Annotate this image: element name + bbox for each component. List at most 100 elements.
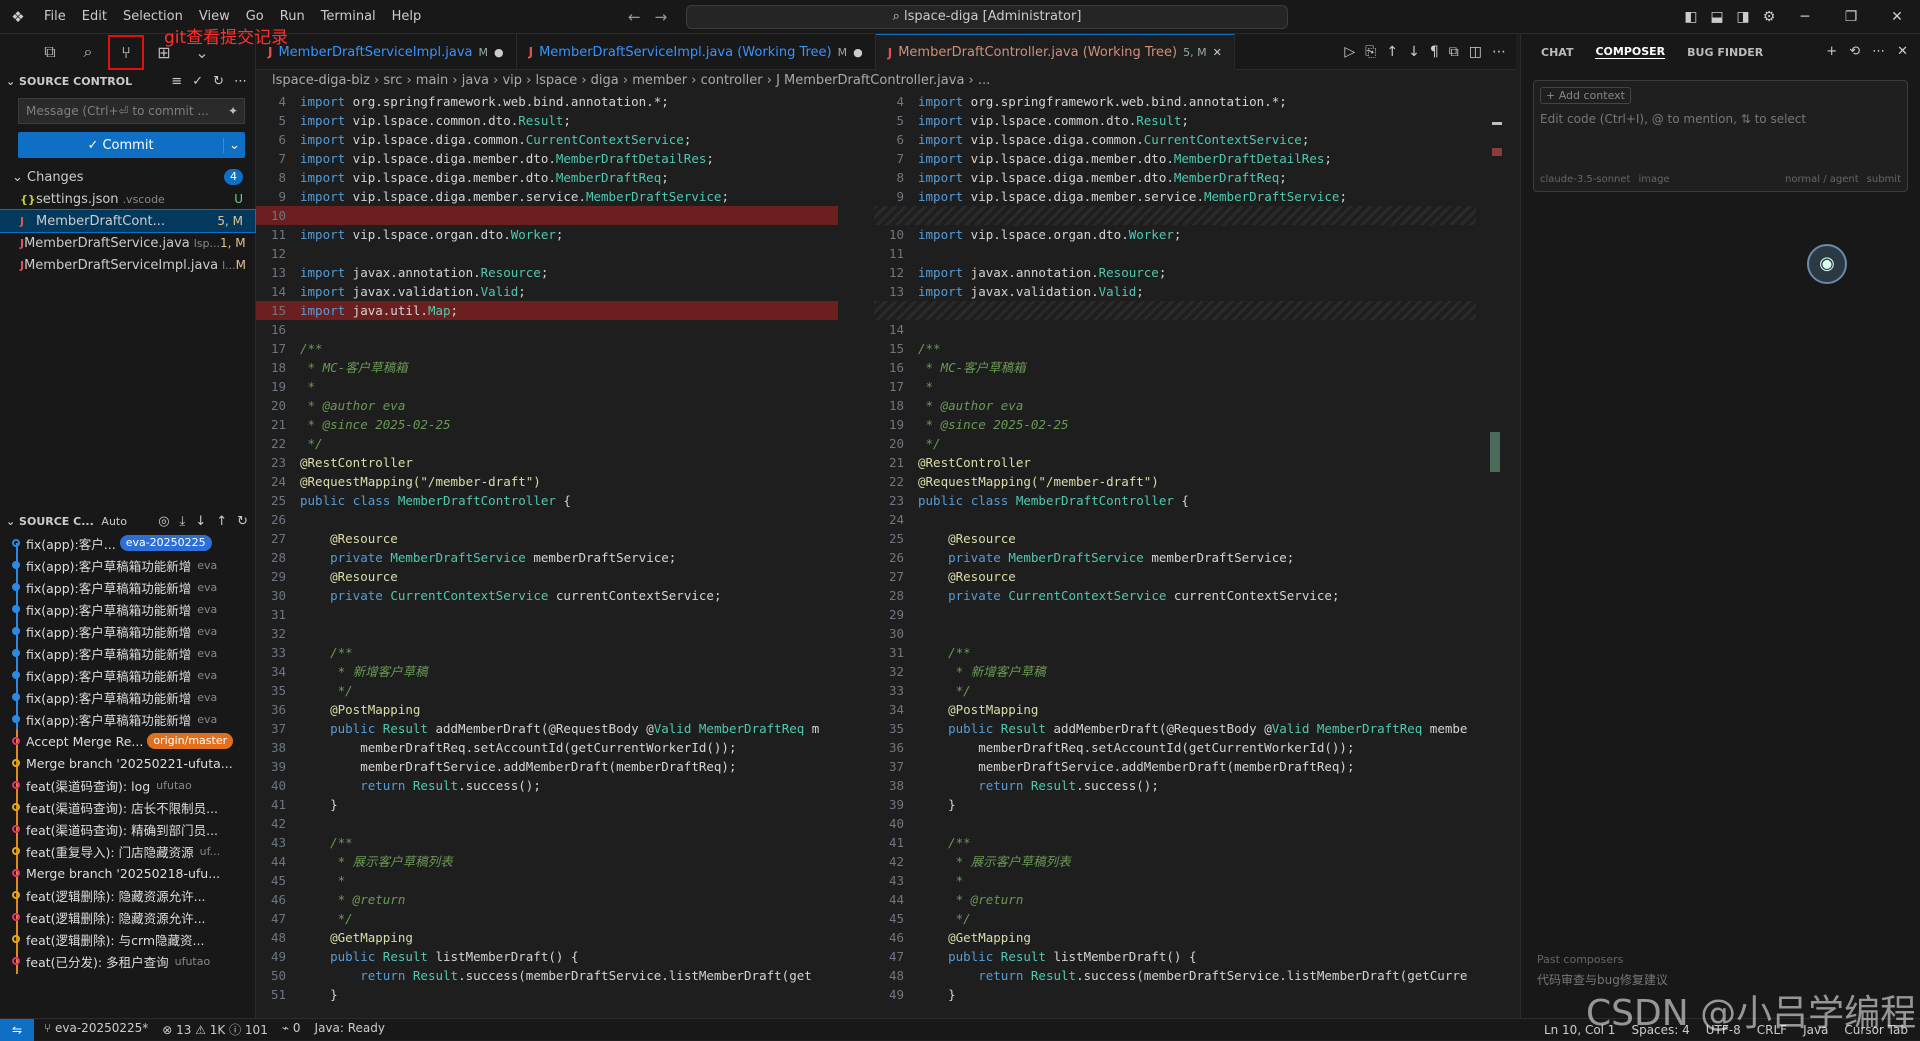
graph-target-icon[interactable]: ◎	[158, 514, 169, 529]
commit-row[interactable]: Accept Merge Re... origin/master	[0, 730, 256, 752]
explorer-icon[interactable]: ⧉	[40, 42, 60, 62]
sparkle-icon[interactable]: ✦	[228, 99, 238, 123]
push-icon[interactable]: ↑	[216, 514, 227, 529]
remote-icon[interactable]: ⇋	[0, 1018, 34, 1041]
history-icon[interactable]: ⟲	[1849, 34, 1860, 70]
editor-tab[interactable]: J MemberDraftServiceImpl.java (Working Tr…	[517, 34, 876, 70]
prev-change-icon[interactable]: ↑	[1386, 34, 1398, 70]
commit-row[interactable]: feat(渠道码查询): 店长不限制员...	[0, 796, 256, 818]
commit-row[interactable]: feat(已分发): 多租户查询 ufutao	[0, 950, 256, 972]
graph-auto-label[interactable]: Auto	[101, 515, 127, 528]
changes-group[interactable]: ⌄ Changes 4	[0, 166, 255, 188]
code-line: 13 import javax.annotation.Resource;	[256, 263, 838, 282]
changed-file-row[interactable]: J MemberDraftCont... 5, M	[0, 209, 256, 233]
commit-row[interactable]: fix(app):客户草稿箱功能新增 eva	[0, 598, 256, 620]
source-control-header[interactable]: ⌄ SOURCE CONTROL ≡ ✓ ↻ ⋯	[0, 70, 255, 92]
tab-bug-finder[interactable]: BUG FINDER	[1687, 46, 1763, 59]
commit-row[interactable]: fix(app):客户草稿箱功能新增 eva	[0, 664, 256, 686]
commit-row[interactable]: fix(app):客户... eva-20250225	[0, 532, 256, 565]
past-composers-label[interactable]: Past composers	[1537, 953, 1623, 966]
commit-row[interactable]: fix(app):客户草稿箱功能新增 eva	[0, 686, 256, 708]
menu-item-help[interactable]: Help	[384, 0, 430, 34]
commit-row[interactable]: Merge branch '20250221-ufuta...	[0, 752, 256, 774]
commit-row[interactable]: feat(逻辑删除): 隐藏资源允许...	[0, 884, 256, 906]
open-file-icon[interactable]: ⎘	[1365, 34, 1376, 70]
diff-overview-ruler[interactable]	[1476, 92, 1516, 1018]
tab-chat[interactable]: CHAT	[1541, 46, 1573, 59]
code-line: 19 *	[256, 377, 838, 396]
ports-status[interactable]: ⌁ 0	[282, 1021, 301, 1038]
composer-input[interactable]: + Add context Edit code (Ctrl+I), @ to m…	[1533, 80, 1908, 192]
submit-button[interactable]: submit	[1867, 174, 1901, 185]
mode-toggle[interactable]: normal / agent	[1785, 174, 1859, 185]
close-window-button[interactable]: ✕	[1874, 9, 1920, 25]
customize-layout-icon[interactable]: ⚙	[1756, 9, 1782, 25]
view-as-tree-icon[interactable]: ≡	[171, 74, 182, 89]
run-icon[interactable]: ▷	[1344, 34, 1355, 70]
breadcrumb[interactable]: lspace-diga-biz › src › main › java › vi…	[256, 70, 1516, 92]
commit-check-icon[interactable]: ✓	[192, 74, 203, 89]
dirty-dot-icon[interactable]: ●	[494, 46, 504, 59]
restore-button[interactable]: ❐	[1828, 9, 1874, 25]
diff-original-pane[interactable]: 4 import org.springframework.web.bind.ann…	[256, 92, 838, 1018]
image-button[interactable]: image	[1638, 174, 1669, 185]
assistant-avatar-icon[interactable]: ◉	[1807, 244, 1847, 284]
commit-row[interactable]: Accept Merge Request #31080:	[0, 972, 256, 974]
java-status[interactable]: Java: Ready	[315, 1021, 385, 1038]
commit-row[interactable]: fix(app):客户草稿箱功能新增 eva	[0, 576, 256, 598]
changed-file-row[interactable]: J MemberDraftServiceImpl.java l... M	[0, 254, 255, 276]
search-icon[interactable]: ⌕	[78, 42, 98, 62]
java-file-icon: J	[528, 45, 534, 59]
commit-row[interactable]: fix(app):客户草稿箱功能新增 eva	[0, 708, 256, 730]
menu-item-edit[interactable]: Edit	[74, 0, 115, 34]
commit-message-input[interactable]: Message (Ctrl+⏎ to commit ... ✦	[18, 98, 245, 124]
commit-row[interactable]: feat(逻辑删除): 隐藏资源允许...	[0, 906, 256, 928]
split-editor-icon[interactable]: ◫	[1469, 34, 1482, 70]
branch-status[interactable]: ⑂ eva-20250225*	[44, 1021, 148, 1038]
graph-refresh-icon[interactable]: ↻	[237, 514, 248, 529]
next-change-icon[interactable]: ↓	[1408, 34, 1420, 70]
source-control-graph-header[interactable]: ⌄ SOURCE C... Auto ◎ ⤓ ↓ ↑ ↻	[0, 510, 256, 532]
menu-item-terminal[interactable]: Terminal	[313, 0, 384, 34]
back-arrow-icon[interactable]: ←	[628, 0, 641, 34]
changed-file-row[interactable]: J MemberDraftService.java lsp... 1, M	[0, 232, 255, 254]
close-tab-icon[interactable]: ✕	[1213, 46, 1222, 59]
editor-tab[interactable]: J MemberDraftController.java (Working Tre…	[875, 34, 1235, 70]
problems-status[interactable]: ⊗ 13 ⚠ 1K ⓘ 101	[162, 1021, 268, 1038]
commit-row[interactable]: fix(app):客户草稿箱功能新增 eva	[0, 620, 256, 642]
forward-arrow-icon[interactable]: →	[655, 0, 668, 34]
whitespace-icon[interactable]: ¶	[1430, 34, 1439, 70]
refresh-icon[interactable]: ↻	[213, 74, 224, 89]
commit-row[interactable]: feat(重复导入): 门店隐藏资源 uf...	[0, 840, 256, 862]
add-context-button[interactable]: + Add context	[1540, 87, 1631, 104]
editor-tab[interactable]: J MemberDraftServiceImpl.java M ●	[256, 34, 517, 70]
dirty-dot-icon[interactable]: ●	[853, 46, 863, 59]
model-selector[interactable]: claude-3.5-sonnet	[1540, 174, 1630, 185]
toggle-panel-icon[interactable]: ⬓	[1704, 9, 1730, 25]
chat-more-icon[interactable]: ⋯	[1872, 34, 1885, 70]
inline-view-icon[interactable]: ⧉	[1449, 34, 1459, 70]
diff-modified-pane[interactable]: 4 import org.springframework.web.bind.ann…	[874, 92, 1494, 1018]
command-center-search[interactable]: ⌕ lspace-diga [Administrator]	[686, 5, 1288, 29]
minimize-button[interactable]: ─	[1782, 9, 1828, 25]
commit-button[interactable]: ✓ Commit ⌄	[18, 132, 245, 158]
pull-icon[interactable]: ↓	[195, 514, 206, 529]
close-panel-icon[interactable]: ✕	[1897, 34, 1908, 70]
commit-row[interactable]: feat(逻辑删除): 与crm隐藏资...	[0, 928, 256, 950]
commit-dropdown-icon[interactable]: ⌄	[223, 137, 245, 153]
new-chat-icon[interactable]: +	[1826, 34, 1837, 70]
commit-row[interactable]: feat(渠道码查询): 精确到部门员...	[0, 818, 256, 840]
commit-row[interactable]: feat(渠道码查询): log ufutao	[0, 774, 256, 796]
source-control-icon[interactable]: ⑂	[108, 34, 144, 70]
commit-row[interactable]: fix(app):客户草稿箱功能新增 eva	[0, 642, 256, 664]
editor-more-icon[interactable]: ⋯	[1492, 34, 1506, 70]
commit-row[interactable]: fix(app):客户草稿箱功能新增 eva	[0, 554, 256, 576]
toggle-secondary-sidebar-icon[interactable]: ◨	[1730, 9, 1756, 25]
toggle-primary-sidebar-icon[interactable]: ◧	[1678, 9, 1704, 25]
fetch-icon[interactable]: ⤓	[180, 514, 186, 529]
changed-file-row[interactable]: {} settings.json .vscode U	[0, 188, 255, 210]
commit-row[interactable]: Merge branch '20250218-ufu...	[0, 862, 256, 884]
more-actions-icon[interactable]: ⋯	[234, 74, 247, 89]
menu-item-file[interactable]: File	[36, 0, 74, 34]
tab-composer[interactable]: COMPOSER	[1595, 45, 1666, 59]
